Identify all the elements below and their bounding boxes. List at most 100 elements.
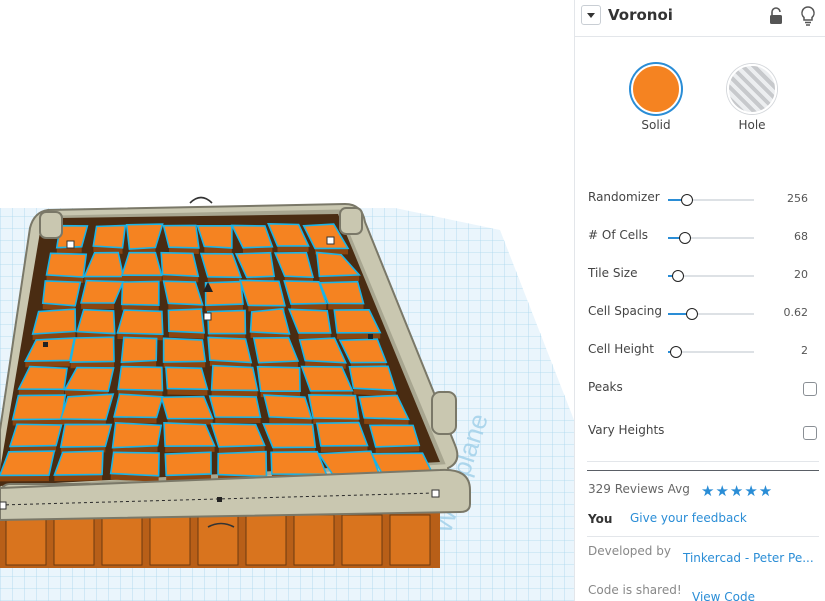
voronoi-cell xyxy=(160,395,214,420)
vary-heights-label: Vary Heights xyxy=(588,423,665,437)
voronoi-cell-side xyxy=(121,275,162,282)
inspector-panel: Voronoi Solid Hole Randomizer 256 # Of Cel… xyxy=(574,0,825,601)
reviews-summary: 329 Reviews Avg xyxy=(588,482,690,496)
voronoi-cell xyxy=(41,280,82,307)
slider-knob[interactable] xyxy=(686,308,699,320)
voronoi-cell xyxy=(207,336,253,364)
resize-handle[interactable] xyxy=(0,501,7,510)
voronoi-cell xyxy=(120,280,160,306)
voronoi-cell xyxy=(206,309,247,335)
voronoi-cell-side xyxy=(277,245,309,252)
voronoi-cell xyxy=(162,337,207,363)
resize-handle[interactable] xyxy=(203,312,212,321)
base-column xyxy=(149,514,191,566)
voronoi-cell xyxy=(249,307,291,335)
solid-swatch[interactable] xyxy=(631,64,681,114)
param-slider[interactable] xyxy=(668,232,754,244)
voronoi-cell xyxy=(368,424,421,448)
vary-heights-checkbox[interactable] xyxy=(803,426,817,440)
voronoi-cell xyxy=(162,224,200,249)
rotate-handle-icon[interactable] xyxy=(189,196,213,204)
give-feedback-link[interactable]: Give your feedback xyxy=(630,511,747,525)
voronoi-cell xyxy=(8,423,63,448)
param-slider[interactable] xyxy=(668,270,754,282)
base-column xyxy=(53,514,95,566)
voronoi-cell xyxy=(167,308,206,334)
resize-handle[interactable] xyxy=(326,236,335,245)
slider-knob[interactable] xyxy=(680,194,693,206)
voronoi-cell xyxy=(120,336,158,364)
voronoi-cell xyxy=(109,451,160,477)
inspector-header: Voronoi xyxy=(575,0,825,37)
param-slider[interactable] xyxy=(668,346,754,358)
resize-handle[interactable] xyxy=(66,240,75,249)
param-value[interactable]: 0.62 xyxy=(784,306,809,319)
divider xyxy=(587,536,819,537)
base-column xyxy=(5,514,47,566)
param-label: Tile Size xyxy=(588,266,638,280)
voronoi-cell xyxy=(208,395,262,418)
param-slider[interactable] xyxy=(668,308,754,320)
chevron-down-icon[interactable] xyxy=(581,5,601,25)
solid-label: Solid xyxy=(641,118,671,132)
param-label: Cell Spacing xyxy=(588,304,662,318)
voronoi-cell xyxy=(217,450,268,478)
frame-corner-cap xyxy=(339,207,363,235)
voronoi-cell xyxy=(210,364,259,392)
voronoi-cell xyxy=(31,308,77,335)
voronoi-cell xyxy=(53,450,104,476)
peaks-checkbox[interactable] xyxy=(803,382,817,396)
param-value[interactable]: 2 xyxy=(801,344,808,357)
voronoi-cell xyxy=(45,252,88,278)
param-label: Randomizer xyxy=(588,190,660,204)
lightbulb-icon[interactable] xyxy=(800,5,816,27)
voronoi-cell xyxy=(162,280,204,306)
voronoi-cell xyxy=(113,393,164,419)
param-label: Cell Height xyxy=(588,342,654,356)
workplane-scene[interactable]: Workplane xyxy=(0,0,574,601)
voronoi-cell xyxy=(239,279,286,307)
param-value[interactable]: 256 xyxy=(787,192,808,205)
param-value[interactable]: 68 xyxy=(794,230,808,243)
voronoi-cell xyxy=(262,394,313,420)
voronoi-cell xyxy=(0,450,56,477)
developer-link[interactable]: Tinkercad - Peter Pe... xyxy=(683,551,814,565)
slider-knob[interactable] xyxy=(672,270,685,282)
base-column xyxy=(389,514,431,566)
param-slider[interactable] xyxy=(668,194,754,206)
edge-handle[interactable] xyxy=(43,342,48,347)
voronoi-cell xyxy=(256,365,301,392)
voronoi-cell xyxy=(348,365,397,392)
voronoi-cell xyxy=(204,280,244,307)
voronoi-cell xyxy=(307,394,360,420)
lock-icon[interactable] xyxy=(768,6,784,26)
tray-base-columns xyxy=(5,514,431,566)
voronoi-cell xyxy=(59,423,113,448)
voronoi-cell xyxy=(164,451,212,477)
divider xyxy=(587,461,819,462)
base-column xyxy=(293,514,335,566)
voronoi-cell xyxy=(11,394,67,421)
view-code-link[interactable]: View Code xyxy=(692,590,755,601)
edge-handle[interactable] xyxy=(217,497,222,502)
rating-stars: ★★★★★ xyxy=(701,482,774,500)
hole-swatch[interactable] xyxy=(727,64,777,114)
voronoi-cell xyxy=(92,224,127,249)
slider-knob[interactable] xyxy=(669,346,682,358)
voronoi-cell xyxy=(315,421,369,447)
3d-viewport[interactable]: Workplane xyxy=(0,0,574,601)
voronoi-cell xyxy=(262,423,317,449)
peaks-label: Peaks xyxy=(588,380,623,394)
voronoi-cell xyxy=(160,251,200,278)
developed-by-label: Developed by xyxy=(588,544,671,558)
resize-handle[interactable] xyxy=(431,489,440,498)
edge-handle[interactable] xyxy=(368,334,373,339)
voronoi-cell xyxy=(318,280,365,305)
slider-knob[interactable] xyxy=(679,232,692,244)
voronoi-cell xyxy=(270,450,328,476)
voronoi-cell xyxy=(76,308,116,335)
code-shared-label: Code is shared! xyxy=(588,583,682,597)
voronoi-cell xyxy=(165,366,209,391)
param-value[interactable]: 20 xyxy=(794,268,808,281)
voronoi-cell xyxy=(116,309,164,336)
